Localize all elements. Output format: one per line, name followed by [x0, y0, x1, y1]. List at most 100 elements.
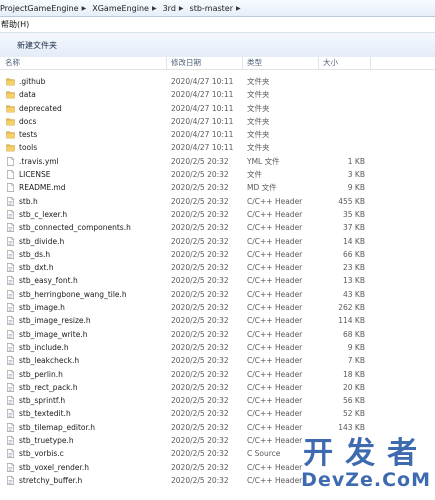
column-name[interactable]: 名称 — [5, 57, 20, 69]
breadcrumb-item[interactable]: XGameEngine ▶ — [92, 4, 162, 13]
file-size: 20 KB — [343, 382, 365, 392]
file-name: stb_rect_pack.h — [19, 382, 78, 392]
file-type: C/C++ Header — [247, 382, 303, 392]
file-row[interactable]: stb_easy_font.h 2020/2/5 20:32 C/C++ Heade… — [0, 274, 435, 287]
file-row[interactable]: README.md 2020/2/5 20:32 MD 文件 9 KB — [0, 181, 435, 194]
file-date: 2020/2/5 20:32 — [171, 249, 229, 259]
file-type: C/C++ Header — [247, 276, 303, 286]
column-divider[interactable] — [318, 57, 319, 69]
file-row[interactable]: stb_ds.h 2020/2/5 20:32 C/C++ Header 66 KB — [0, 248, 435, 261]
menu-help[interactable]: 帮助(H) — [0, 19, 29, 30]
file-name: stb_tilemap_editor.h — [19, 422, 96, 432]
chevron-right-icon[interactable]: ▶ — [179, 5, 184, 12]
header-file-icon — [7, 316, 14, 326]
file-date: 2020/2/5 20:32 — [171, 382, 229, 392]
toolbar: 新建文件夹 — [0, 32, 435, 58]
file-row[interactable]: stb_image.h 2020/2/5 20:32 C/C++ Header 262… — [0, 301, 435, 314]
header-file-icon — [7, 263, 14, 272]
file-row[interactable]: stb_image_resize.h 2020/2/5 20:32 C/C++ He… — [0, 314, 435, 327]
file-row[interactable]: .github 2020/4/27 10:11 文件夹 — [0, 75, 435, 88]
file-row[interactable]: stb_rect_pack.h 2020/2/5 20:32 C/C++ Heade… — [0, 381, 435, 394]
file-type: C/C++ Header — [247, 209, 303, 219]
file-type: C/C++ Header — [247, 409, 303, 419]
file-row[interactable]: stb_image_write.h 2020/2/5 20:32 C/C++ Hea… — [0, 328, 435, 341]
file-date: 2020/2/5 20:32 — [171, 475, 229, 485]
file-type: C/C++ Header — [247, 422, 303, 432]
file-row[interactable]: deprecated 2020/4/27 10:11 文件夹 — [0, 102, 435, 115]
watermark-site: DevZe.CoM — [301, 469, 431, 491]
breadcrumb-item[interactable]: 3rd ▶ — [163, 4, 190, 13]
file-name: data — [19, 90, 36, 100]
file-size: 35 KB — [343, 209, 365, 219]
file-row[interactable]: stb_dxt.h 2020/2/5 20:32 C/C++ Header 23 KB — [0, 261, 435, 274]
file-size: 14 KB — [343, 236, 365, 246]
file-row[interactable]: data 2020/4/27 10:11 文件夹 — [0, 88, 435, 101]
file-row[interactable]: stb_textedit.h 2020/2/5 20:32 C/C++ Header… — [0, 407, 435, 420]
file-type: YML 文件 — [247, 156, 280, 166]
file-row[interactable]: stb_herringbone_wang_tile.h 2020/2/5 20:3… — [0, 288, 435, 301]
file-name: stb_image_resize.h — [19, 316, 91, 326]
file-row[interactable]: stb_connected_components.h 2020/2/5 20:32… — [0, 221, 435, 234]
column-date[interactable]: 修改日期 — [171, 57, 201, 69]
file-type: C/C++ Header — [247, 475, 303, 485]
file-name: stretchy_buffer.h — [19, 475, 83, 485]
file-date: 2020/4/27 10:11 — [171, 77, 234, 86]
file-type: C/C++ Header — [247, 369, 303, 379]
address-bar[interactable]: ProjectGameEngine ▶ XGameEngine ▶ 3rd ▶ stb… — [0, 0, 435, 17]
file-type: MD 文件 — [247, 183, 277, 193]
chevron-right-icon[interactable]: ▶ — [236, 5, 241, 12]
breadcrumb-item[interactable]: stb-master ▶ — [190, 4, 247, 13]
chevron-right-icon[interactable]: ▶ — [82, 5, 87, 12]
file-size: 66 KB — [343, 249, 365, 259]
file-name: stb_leakcheck.h — [19, 356, 80, 366]
file-row[interactable]: stb_sprintf.h 2020/2/5 20:32 C/C++ Header 5… — [0, 394, 435, 407]
file-type: 文件夹 — [247, 103, 270, 113]
header-file-icon — [7, 409, 14, 419]
file-type: C/C++ Header — [247, 329, 303, 339]
breadcrumb-item[interactable]: ProjectGameEngine ▶ — [0, 4, 92, 13]
file-date: 2020/2/5 20:32 — [171, 329, 229, 339]
file-date: 2020/2/5 20:32 — [171, 316, 229, 326]
file-date: 2020/2/5 20:32 — [171, 236, 229, 246]
chevron-right-icon[interactable]: ▶ — [152, 5, 157, 12]
file-row[interactable]: stb_leakcheck.h 2020/2/5 20:32 C/C++ Heade… — [0, 354, 435, 367]
file-row[interactable]: stb.h 2020/2/5 20:32 C/C++ Header 455 KB — [0, 195, 435, 208]
new-folder-button[interactable]: 新建文件夹 — [17, 40, 57, 51]
file-type: C/C++ Header — [247, 303, 303, 313]
file-date: 2020/2/5 20:32 — [171, 356, 229, 366]
header-file-icon — [7, 236, 14, 246]
file-date: 2020/2/5 20:32 — [171, 263, 229, 273]
file-type: C/C++ Header — [247, 396, 303, 406]
file-size: 9 KB — [347, 183, 365, 193]
file-name: stb_c_lexer.h — [19, 209, 68, 219]
file-row[interactable]: tools 2020/4/27 10:11 文件夹 — [0, 141, 435, 154]
file-date: 2020/4/27 10:11 — [171, 103, 234, 113]
file-row[interactable]: stb_tilemap_editor.h 2020/2/5 20:32 C/C++ … — [0, 421, 435, 434]
file-size: 262 KB — [338, 303, 365, 313]
column-type[interactable]: 类型 — [247, 57, 262, 69]
column-divider[interactable] — [370, 57, 371, 69]
file-row[interactable]: tests 2020/4/27 10:11 文件夹 — [0, 128, 435, 141]
column-divider[interactable] — [242, 57, 243, 69]
file-row[interactable]: docs 2020/4/27 10:11 文件夹 — [0, 115, 435, 128]
file-date: 2020/2/5 20:32 — [171, 303, 229, 313]
column-size[interactable]: 大小 — [323, 57, 338, 69]
file-name: docs — [19, 116, 37, 126]
file-type: C/C++ Header — [247, 342, 303, 352]
file-icon — [7, 156, 14, 166]
file-date: 2020/4/27 10:11 — [171, 143, 234, 153]
file-row[interactable]: stb_perlin.h 2020/2/5 20:32 C/C++ Header 18… — [0, 368, 435, 381]
header-file-icon — [7, 289, 14, 299]
file-row[interactable]: .travis.yml 2020/2/5 20:32 YML 文件 1 KB — [0, 155, 435, 168]
file-type: C/C++ Header — [247, 316, 303, 326]
file-row[interactable]: stb_include.h 2020/2/5 20:32 C/C++ Header 9… — [0, 341, 435, 354]
file-name: tools — [19, 143, 38, 153]
file-row[interactable]: stb_divide.h 2020/2/5 20:32 C/C++ Header 14… — [0, 235, 435, 248]
column-divider[interactable] — [166, 57, 167, 69]
header-file-icon — [7, 369, 14, 379]
file-type: C/C++ Header — [247, 289, 303, 299]
folder-icon — [6, 145, 15, 152]
file-size: 114 KB — [338, 316, 365, 326]
file-row[interactable]: stb_c_lexer.h 2020/2/5 20:32 C/C++ Header 3… — [0, 208, 435, 221]
file-row[interactable]: LICENSE 2020/2/5 20:32 文件 3 KB — [0, 168, 435, 181]
